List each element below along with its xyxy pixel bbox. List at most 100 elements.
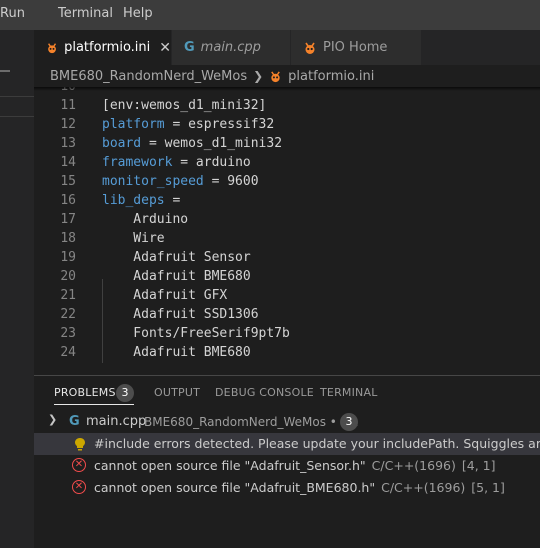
menu-help[interactable]: Help: [123, 6, 153, 21]
config-value: Adafruit BME680: [102, 269, 251, 284]
problems-count-badge: 3: [116, 384, 134, 402]
code-text: board = wemos_d1_mini32: [102, 134, 282, 153]
menu-bar: Run Terminal Help: [0, 0, 540, 30]
config-value: = espressif32: [164, 117, 275, 132]
config-value: [env:wemos_d1_mini32]: [102, 98, 267, 113]
chevron-right-icon: ❯: [253, 69, 264, 83]
error-icon: ✕: [72, 458, 86, 472]
code-text: Wire: [102, 229, 165, 248]
problem-position: [5, 1]: [471, 480, 505, 495]
platformio-icon: [48, 42, 57, 53]
line-number: 14: [60, 155, 76, 170]
problems-file-count: 3: [340, 413, 358, 431]
config-key: platform: [102, 117, 165, 132]
breadcrumb-file[interactable]: platformio.ini: [288, 69, 374, 84]
tab-problems[interactable]: PROBLEMS: [54, 386, 116, 399]
code-text: Adafruit BME680: [102, 343, 251, 362]
tab-pio-home[interactable]: PIO Home: [291, 30, 421, 65]
line-number: 20: [60, 269, 76, 284]
code-text: Adafruit SSD1306: [102, 305, 259, 324]
config-value: Adafruit GFX: [102, 288, 228, 303]
config-value: Adafruit SSD1306: [102, 307, 259, 322]
code-text: Arduino: [102, 210, 188, 229]
tab-debug-console[interactable]: DEBUG CONSOLE: [215, 386, 314, 399]
line-number: 18: [60, 231, 76, 246]
editor-tab-bar: platformio.ini ✕ G main.cpp PIO Home: [34, 30, 540, 65]
code-line[interactable]: 21 Adafruit GFX: [34, 286, 540, 305]
code-line[interactable]: 17 Arduino: [34, 210, 540, 229]
problem-row-error[interactable]: ✕ cannot open source file "Adafruit_BME6…: [34, 477, 540, 499]
problem-row-error[interactable]: ✕ cannot open source file "Adafruit_Sens…: [34, 455, 540, 477]
code-line[interactable]: 14 framework = arduino: [34, 153, 540, 172]
lightbulb-icon: [75, 438, 85, 451]
code-line[interactable]: 23 Fonts/FreeSerif9pt7b: [34, 324, 540, 343]
problem-source: C/C++(1696): [371, 458, 456, 473]
code-line[interactable]: 20 Adafruit BME680: [34, 267, 540, 286]
collapse-icon[interactable]: [0, 70, 10, 72]
code-line[interactable]: 12 platform = espressif32: [34, 115, 540, 134]
code-text: lib_deps =: [102, 191, 180, 210]
config-value: = wemos_d1_mini32: [141, 136, 283, 151]
code-line[interactable]: 15 monitor_speed = 9600: [34, 172, 540, 191]
tab-platformio-ini[interactable]: platformio.ini ✕: [34, 30, 171, 65]
platformio-icon: [271, 70, 281, 82]
divider: [0, 116, 34, 117]
code-line[interactable]: 18 Wire: [34, 229, 540, 248]
tab-label: PIO Home: [323, 40, 388, 55]
line-number: 16: [60, 193, 76, 208]
problems-file-path: BME680_RandomNerd_WeMos • src: [144, 415, 359, 429]
line-number: 23: [60, 326, 76, 341]
divider: [0, 96, 34, 97]
code-line[interactable]: 16 lib_deps =: [34, 191, 540, 210]
config-key: monitor_speed: [102, 174, 204, 189]
config-value: Arduino: [102, 212, 189, 227]
close-icon[interactable]: ✕: [159, 40, 171, 56]
sidebar-strip: [0, 30, 34, 548]
config-value: =: [164, 193, 181, 208]
code-text: Adafruit Sensor: [102, 248, 250, 267]
config-key: lib_deps: [102, 193, 165, 208]
line-number: 22: [60, 307, 76, 322]
problem-message: cannot open source file "Adafruit_BME680…: [94, 480, 376, 495]
scroll-shadow: [34, 87, 540, 91]
tab-main-cpp[interactable]: G main.cpp: [172, 30, 290, 65]
code-text: Fonts/FreeSerif9pt7b: [102, 324, 290, 343]
problem-message: cannot open source file "Adafruit_Sensor…: [94, 458, 366, 473]
tab-terminal[interactable]: TERMINAL: [320, 386, 378, 399]
code-line[interactable]: 24 Adafruit BME680: [34, 343, 540, 362]
config-value: = arduino: [172, 155, 251, 170]
tab-label: platformio.ini: [64, 40, 151, 55]
config-key: framework: [102, 155, 173, 170]
platformio-icon: [305, 42, 315, 54]
code-line[interactable]: 13 board = wemos_d1_mini32: [34, 134, 540, 153]
config-value: Adafruit BME680: [102, 345, 251, 360]
config-value: = 9600: [203, 174, 259, 189]
code-text: Adafruit GFX: [102, 286, 227, 305]
tab-output[interactable]: OUTPUT: [154, 386, 200, 399]
line-number: 11: [60, 98, 76, 113]
line-number: 19: [60, 250, 76, 265]
chevron-down-icon[interactable]: ❯: [48, 413, 57, 426]
line-number: 17: [60, 212, 76, 227]
problem-position: [4, 1]: [461, 458, 496, 473]
code-text: [env:wemos_d1_mini32]: [102, 96, 266, 115]
menu-run[interactable]: Run: [0, 6, 25, 21]
code-line[interactable]: 19 Adafruit Sensor: [34, 248, 540, 267]
problem-row-warning[interactable]: #include errors detected. Please update …: [34, 433, 540, 455]
code-line[interactable]: 11 [env:wemos_d1_mini32]: [34, 96, 540, 115]
code-editor[interactable]: 1011[env:wemos_d1_mini32]12platform = es…: [34, 87, 540, 363]
active-tab-indicator: [54, 404, 134, 405]
code-text: platform = espressif32: [102, 115, 274, 134]
config-value: Fonts/FreeSerif9pt7b: [102, 326, 290, 341]
config-value: Wire: [102, 231, 165, 246]
code-text: monitor_speed = 9600: [102, 172, 259, 191]
bottom-panel: PROBLEMS 3 OUTPUT DEBUG CONSOLE TERMINAL…: [34, 376, 540, 548]
code-line[interactable]: 22 Adafruit SSD1306: [34, 305, 540, 324]
line-number: 13: [60, 136, 76, 151]
code-text: Adafruit BME680: [102, 267, 251, 286]
cpp-icon: G: [69, 414, 80, 429]
problems-file-row[interactable]: ❯ G main.cpp BME680_RandomNerd_WeMos • s…: [34, 411, 540, 433]
breadcrumb-folder[interactable]: BME680_RandomNerd_WeMos: [50, 69, 247, 84]
line-number: 12: [60, 117, 76, 132]
menu-terminal[interactable]: Terminal: [58, 6, 113, 21]
